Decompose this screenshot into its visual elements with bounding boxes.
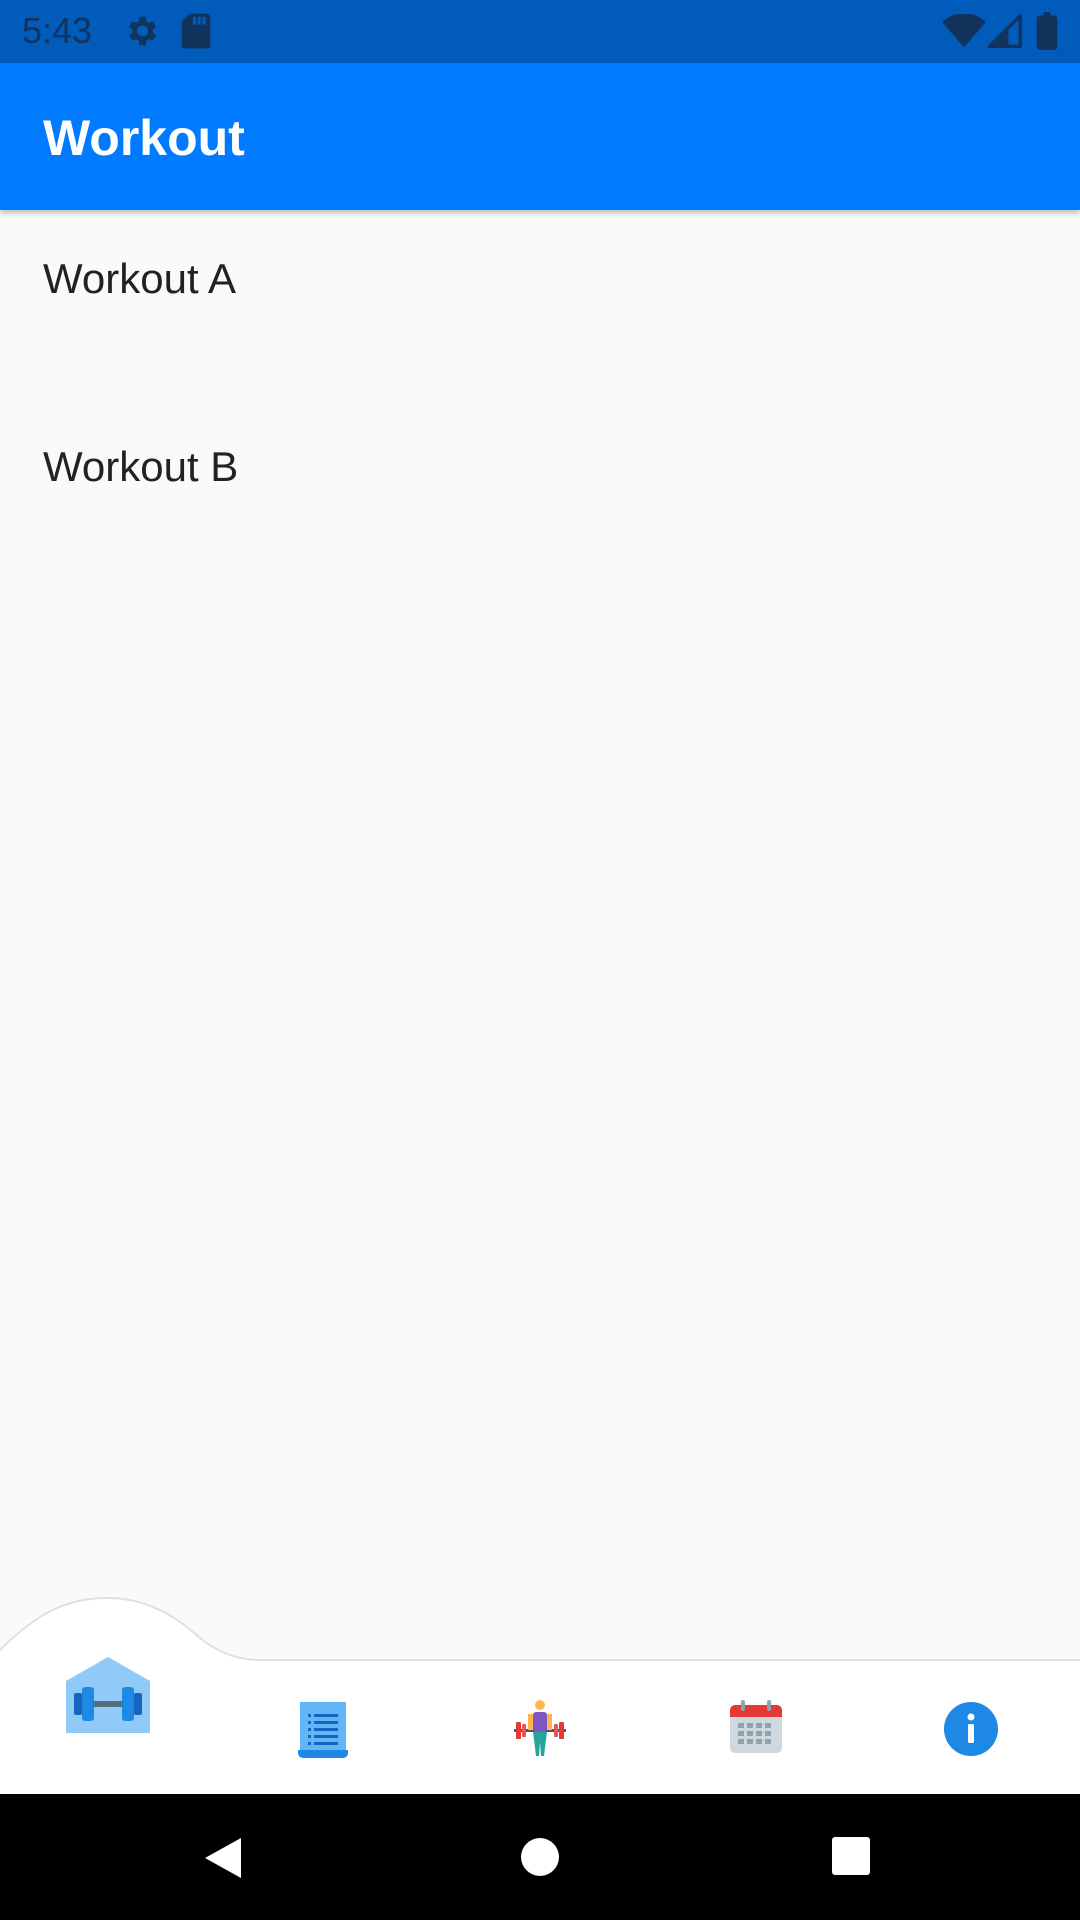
nav-item-log[interactable] [216,1640,432,1796]
system-back-button[interactable] [125,1794,325,1920]
list-item-workout-a[interactable]: Workout A [0,210,1080,398]
battery-icon [1036,12,1058,55]
workout-list: Workout A Workout B [0,210,1080,586]
system-home-button[interactable] [440,1794,640,1920]
status-time: 5:43 [22,10,93,51]
nav-item-calendar[interactable] [648,1640,864,1796]
nav-item-info[interactable] [864,1640,1080,1796]
list-item-workout-b[interactable]: Workout B [0,398,1080,586]
nav-item-exercises[interactable] [432,1640,648,1796]
recents-icon [832,1837,870,1875]
signal-icon [985,11,1022,53]
back-icon [205,1838,241,1878]
system-nav-bar [0,1794,1080,1920]
calendar-icon [729,1700,783,1759]
sd-card-icon [180,12,212,55]
status-bar: 5:43 [0,0,1080,63]
page-title: Workout [43,110,245,166]
gym-home-icon [64,1655,152,1740]
info-icon [944,1702,998,1761]
wifi-icon [942,13,986,53]
settings-icon [122,12,160,55]
weightlifter-icon [512,1700,568,1761]
app-bar: Workout [0,63,1080,210]
home-icon [521,1838,559,1876]
nav-item-workout[interactable] [0,1640,216,1796]
system-recents-button[interactable] [750,1794,950,1920]
list-document-icon [298,1700,348,1763]
